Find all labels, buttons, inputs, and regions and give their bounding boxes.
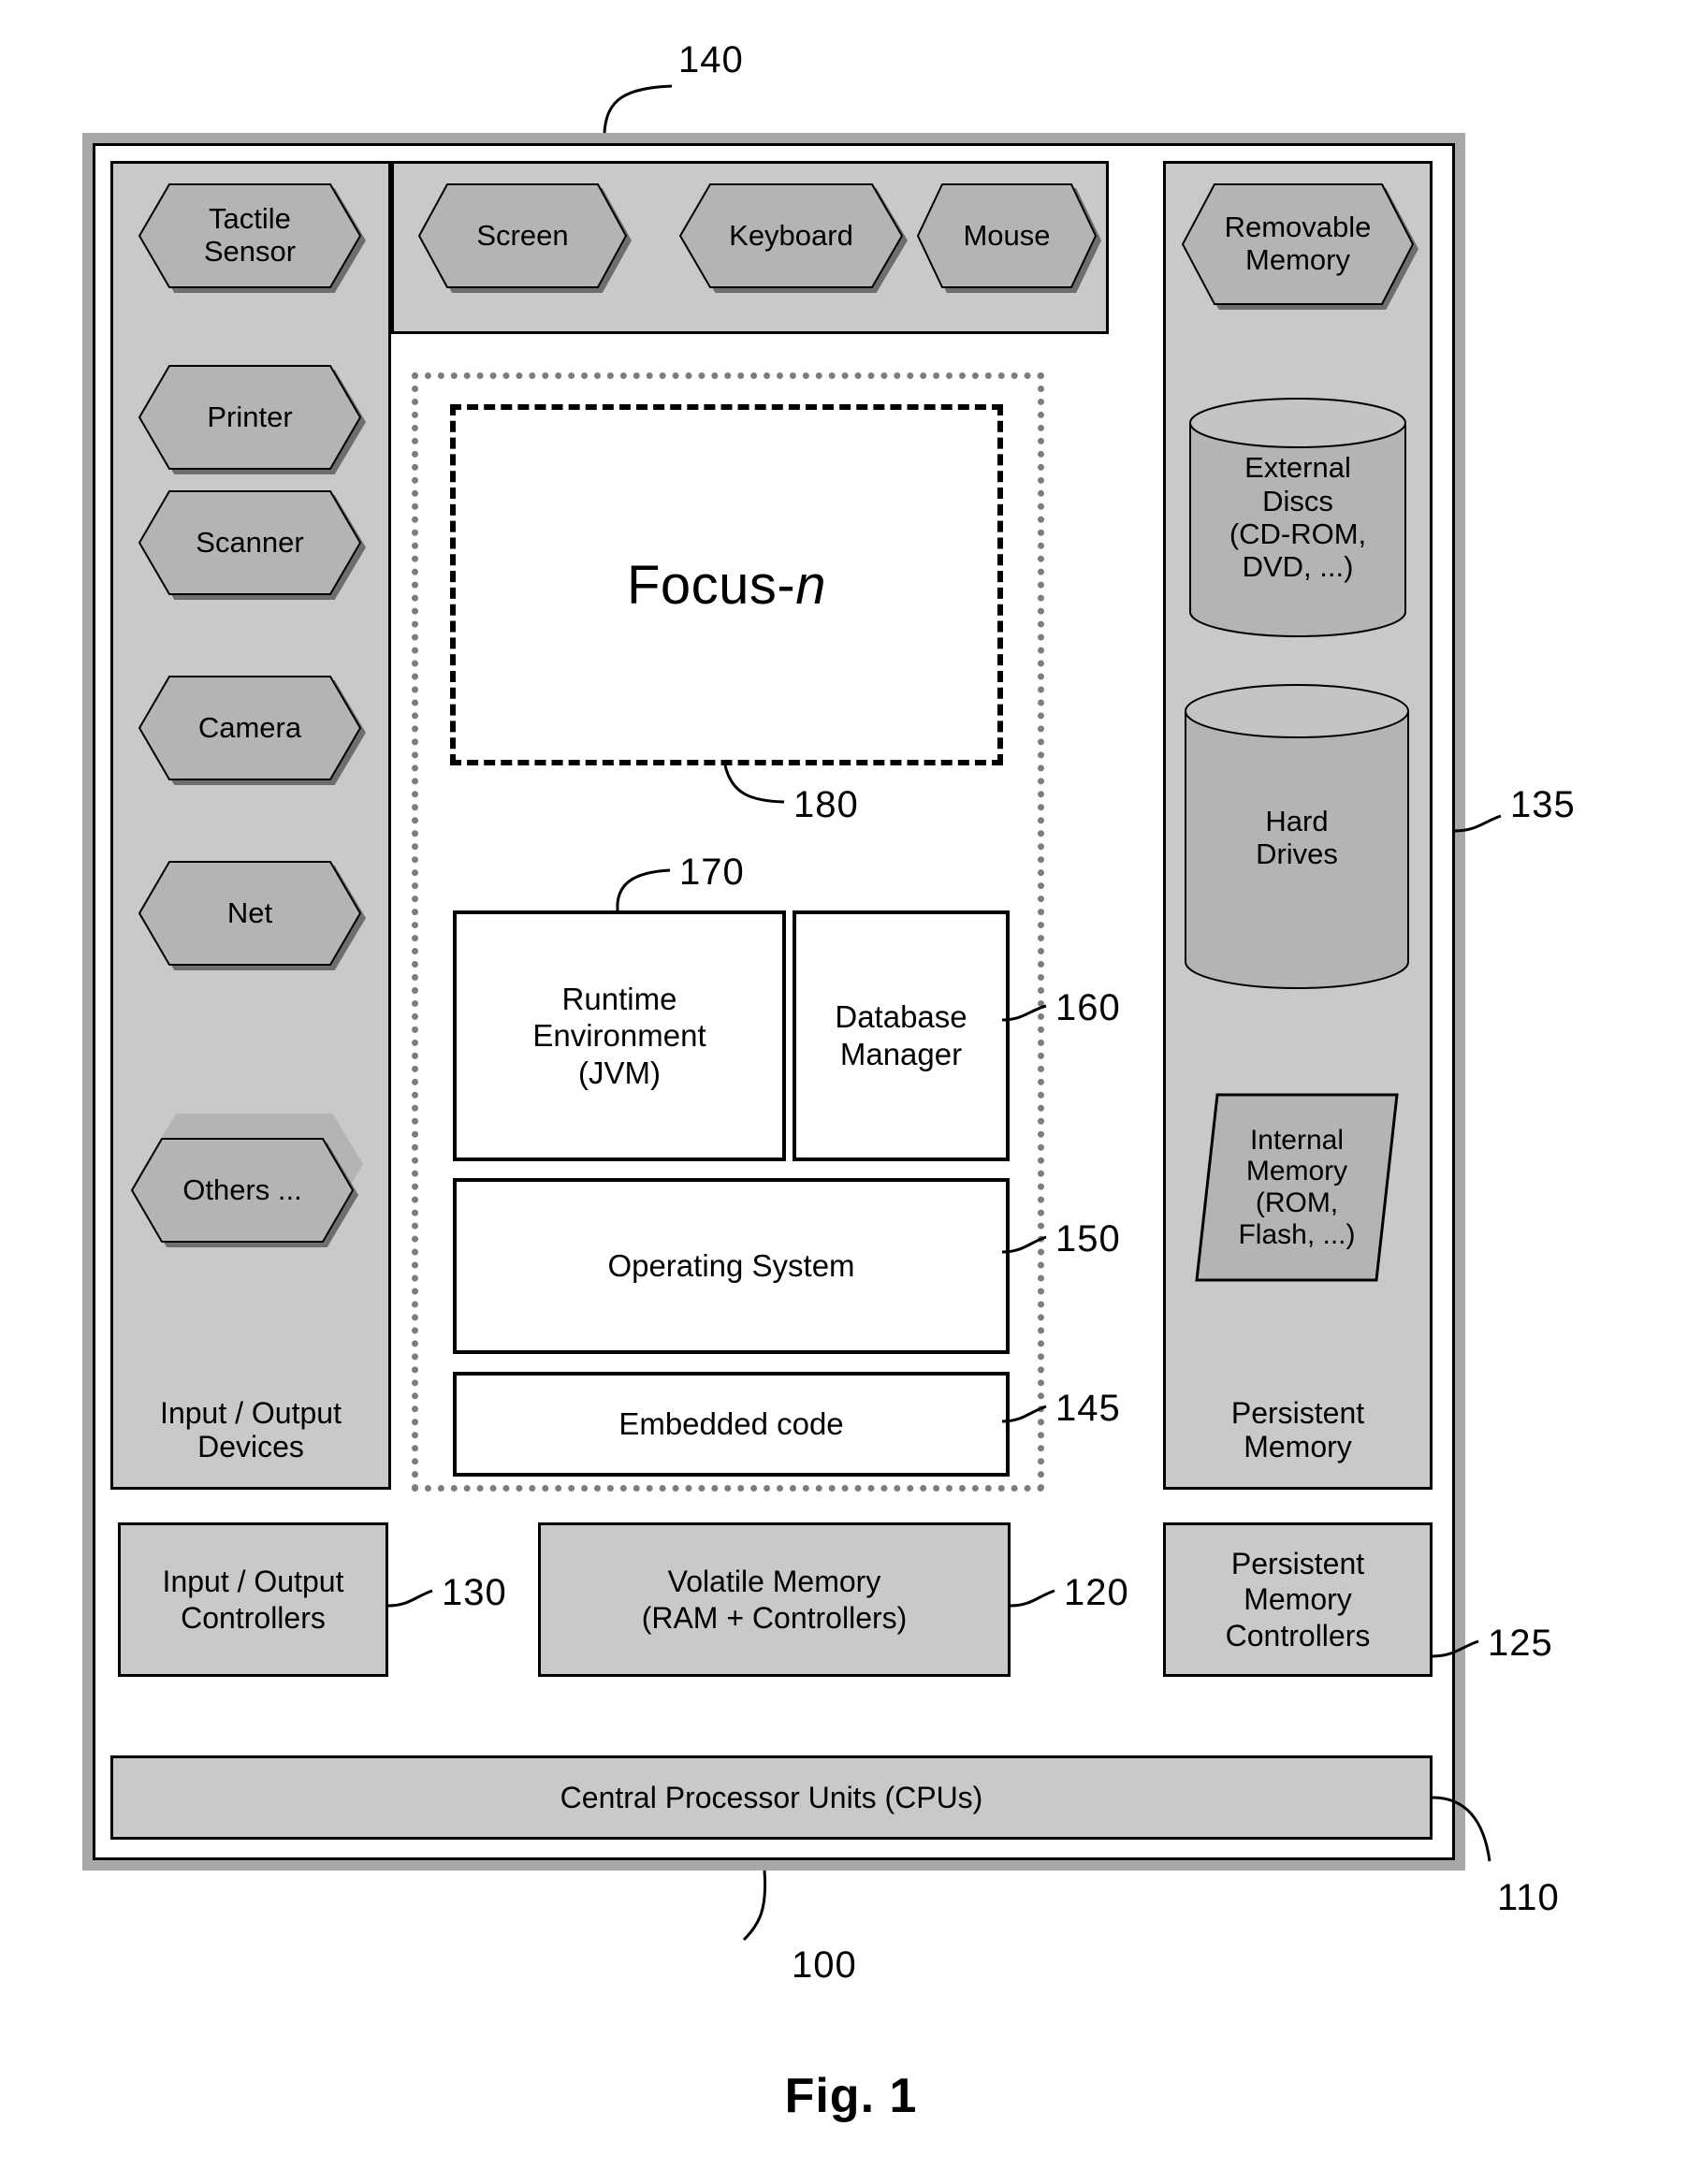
focus-label-italic: n: [795, 554, 827, 616]
hex-body: Tactile Sensor: [138, 183, 361, 288]
io-ctrl-line1: Input / Output: [162, 1565, 344, 1599]
hex-body: Net: [138, 861, 361, 966]
ref-130: 130: [442, 1572, 507, 1613]
storage-label: Internal Memory (ROM, Flash, ...): [1195, 1093, 1399, 1282]
os-label: Operating System: [607, 1248, 855, 1284]
persistent-memory-controllers-box[interactable]: Persistent Memory Controllers: [1163, 1522, 1433, 1677]
focus-label: Focus-n: [456, 410, 997, 760]
storage-label-line2: Memory: [1245, 243, 1350, 276]
storage-label: External Discs (CD-ROM, DVD, ...): [1188, 397, 1407, 638]
ref-120: 120: [1064, 1572, 1129, 1613]
device-net[interactable]: Net: [138, 861, 366, 970]
cpu-box[interactable]: Central Processor Units (CPUs): [110, 1755, 1433, 1840]
hex-body: Keyboard: [679, 183, 903, 288]
database-manager-box[interactable]: Database Manager: [793, 910, 1010, 1161]
storage-label-line3: (ROM,: [1255, 1187, 1339, 1218]
ref-100: 100: [792, 1944, 857, 1986]
io-devices-panel: [110, 161, 391, 1490]
operating-system-box[interactable]: Operating System: [453, 1178, 1010, 1354]
hex-body: Screen: [418, 183, 627, 288]
volatile-memory-box[interactable]: Volatile Memory (RAM + Controllers): [538, 1522, 1011, 1677]
volatile-memory-label: Volatile Memory (RAM + Controllers): [541, 1525, 1008, 1674]
device-label-line1: Tactile: [209, 202, 291, 236]
device-others[interactable]: Others ...: [131, 1138, 358, 1247]
io-devices-caption: Input / Output Devices: [110, 1396, 391, 1464]
hex-body: Printer: [138, 365, 361, 470]
device-scanner[interactable]: Scanner: [138, 490, 366, 600]
runtime-environment-box[interactable]: Runtime Environment (JVM): [453, 910, 786, 1161]
embedded-code-box[interactable]: Embedded code: [453, 1372, 1010, 1477]
figure-caption: Fig. 1: [784, 2069, 918, 2123]
jvm-line3: (JVM): [578, 1055, 661, 1090]
persistent-memory-caption-line2: Memory: [1244, 1430, 1352, 1464]
device-label: Keyboard: [729, 218, 853, 252]
io-controllers-box[interactable]: Input / Output Controllers: [118, 1522, 388, 1677]
pm-ctrl-line2: Memory: [1244, 1582, 1352, 1617]
cpu-label-text: Central Processor Units (CPUs): [560, 1780, 983, 1814]
device-label: Screen: [476, 218, 569, 252]
device-keyboard[interactable]: Keyboard: [679, 183, 908, 293]
db-line2: Manager: [839, 1037, 963, 1071]
cpu-label: Central Processor Units (CPUs): [113, 1758, 1430, 1837]
storage-label-line4: Flash, ...): [1238, 1218, 1356, 1250]
ref-145: 145: [1055, 1388, 1121, 1429]
storage-label-line1: External: [1244, 451, 1351, 485]
hex-body: Removable Memory: [1182, 183, 1414, 305]
jvm-line2: Environment: [532, 1018, 706, 1054]
ref-125: 125: [1488, 1623, 1553, 1664]
persistent-memory-caption-line1: Persistent: [1230, 1396, 1365, 1430]
pm-ctrl-line3: Controllers: [1225, 1618, 1371, 1653]
ref-110: 110: [1497, 1877, 1560, 1918]
ref-140: 140: [678, 39, 744, 80]
storage-label: Hard Drives: [1184, 683, 1410, 992]
device-label: Camera: [197, 710, 302, 744]
storage-label-line3: (CD-ROM,: [1229, 517, 1367, 550]
db-line1: Database: [835, 999, 967, 1035]
io-devices-caption-line2: Devices: [197, 1430, 304, 1464]
hex-body: Camera: [138, 676, 361, 780]
storage-label-line4: DVD, ...): [1242, 550, 1354, 584]
device-label: Mouse: [963, 218, 1051, 252]
jvm-line1: Runtime: [561, 981, 677, 1016]
device-camera[interactable]: Camera: [138, 676, 366, 785]
persistent-memory-caption: Persistent Memory: [1163, 1396, 1433, 1464]
io-ctrl-line2: Controllers: [181, 1600, 326, 1635]
embedded-code-label: Embedded code: [618, 1406, 844, 1442]
storage-label-line1: Removable: [1224, 211, 1372, 244]
storage-external-discs[interactable]: External Discs (CD-ROM, DVD, ...): [1188, 397, 1407, 638]
persistent-memory-controllers-label: Persistent Memory Controllers: [1166, 1525, 1430, 1674]
focus-application-box[interactable]: Focus-n: [450, 404, 1003, 765]
device-label: Net: [226, 895, 273, 929]
storage-label-line1: Hard: [1265, 804, 1329, 837]
io-controllers-label: Input / Output Controllers: [121, 1525, 385, 1674]
ref-170: 170: [679, 852, 745, 893]
ref-180: 180: [793, 784, 859, 825]
device-printer[interactable]: Printer: [138, 365, 366, 474]
vol-mem-line1: Volatile Memory: [667, 1565, 881, 1599]
device-label-line2: Sensor: [203, 235, 297, 268]
hex-body: Mouse: [917, 183, 1097, 288]
device-screen[interactable]: Screen: [418, 183, 632, 293]
storage-label-line2: Memory: [1245, 1156, 1348, 1187]
storage-internal-memory[interactable]: Internal Memory (ROM, Flash, ...): [1195, 1093, 1399, 1282]
io-devices-caption-line1: Input / Output: [160, 1396, 342, 1430]
vol-mem-line2: (RAM + Controllers): [641, 1600, 908, 1635]
device-tactile-sensor[interactable]: Tactile Sensor: [138, 183, 366, 293]
device-label: Printer: [207, 400, 293, 433]
ref-160: 160: [1055, 987, 1121, 1028]
storage-removable-memory[interactable]: Removable Memory: [1182, 183, 1418, 310]
focus-label-main: Focus-: [626, 554, 796, 616]
hex-body: Others ...: [131, 1138, 354, 1243]
device-label: Others ...: [182, 1172, 302, 1206]
device-mouse[interactable]: Mouse: [917, 183, 1101, 293]
ref-150: 150: [1055, 1218, 1121, 1259]
storage-label-line1: Internal: [1249, 1124, 1345, 1156]
storage-hard-drives[interactable]: Hard Drives: [1184, 683, 1410, 992]
device-label: Scanner: [196, 525, 304, 559]
pm-ctrl-line1: Persistent: [1230, 1546, 1365, 1580]
ref-135: 135: [1510, 784, 1576, 825]
storage-label-line2: Drives: [1256, 837, 1338, 870]
storage-label-line2: Discs: [1262, 484, 1333, 517]
hex-body: Scanner: [138, 490, 361, 595]
